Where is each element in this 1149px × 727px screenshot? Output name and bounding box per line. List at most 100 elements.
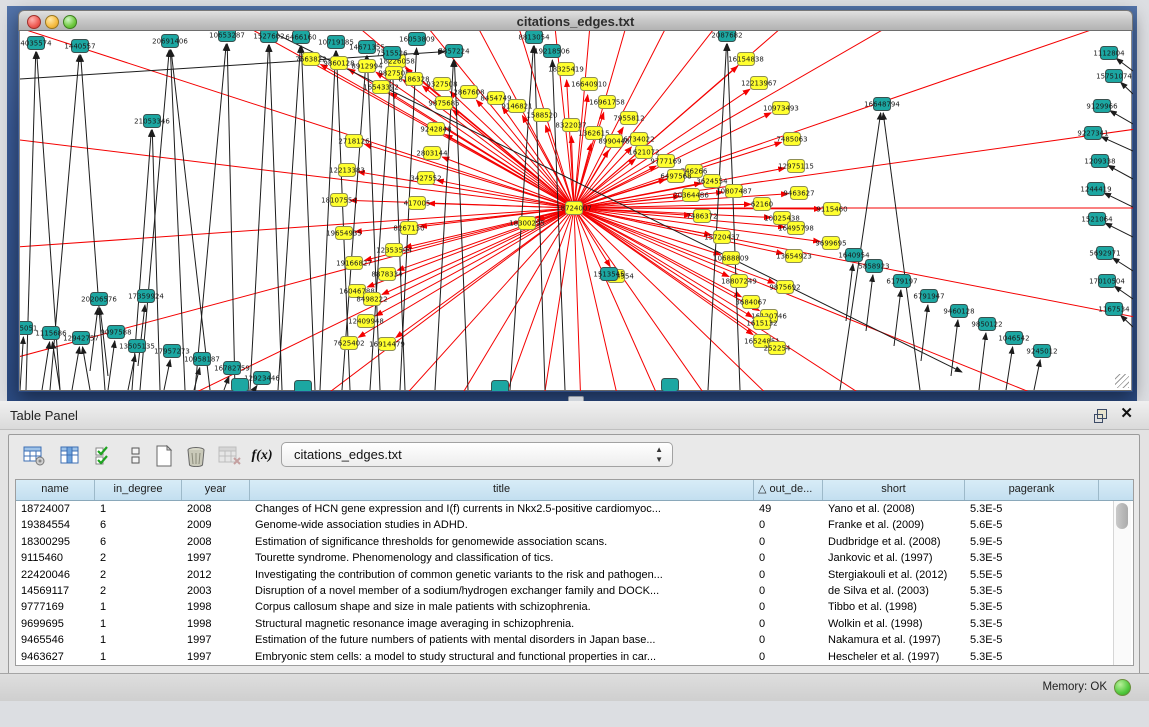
table-row[interactable]: 946362711997Embryonic stem cells: a mode… <box>16 649 1133 665</box>
graph-node[interactable]: 16053809 <box>399 33 435 46</box>
table-settings-button[interactable] <box>21 443 47 469</box>
graph-node[interactable]: 21053346 <box>134 115 170 128</box>
graph-node[interactable]: 417005 <box>404 197 431 210</box>
graph-node[interactable]: 1209338 <box>1084 155 1115 168</box>
graph-node[interactable]: 9699695 <box>815 237 846 250</box>
network-graph[interactable]: 1872400776638229860128891299418226058982… <box>20 31 1133 391</box>
column-header-year[interactable]: year <box>182 480 250 500</box>
table-cell: 1 <box>95 616 182 632</box>
table-row[interactable]: 946554611997Estimation of the future num… <box>16 632 1133 648</box>
graph-node[interactable]: 16648794 <box>864 98 900 111</box>
table-cell: 5.3E-5 <box>965 616 1099 632</box>
graph-node[interactable]: 6179197 <box>886 275 917 288</box>
graph-node[interactable]: 20691406 <box>152 35 188 48</box>
graph-node[interactable]: 1167534 <box>1098 303 1130 316</box>
graph-node[interactable]: 10653287 <box>209 31 245 42</box>
table-cell: Estimation of the future numbers of pati… <box>250 632 754 648</box>
graph-node[interactable]: 10973493 <box>763 102 799 115</box>
graph-node[interactable]: 1640954 <box>838 249 870 262</box>
graph-node[interactable]: 9242848 <box>420 123 451 136</box>
graph-node[interactable]: 16640910 <box>571 78 607 91</box>
column-header-pagerank[interactable]: pagerank <box>965 480 1099 500</box>
table-row[interactable]: 1830029562008Estimation of significance … <box>16 534 1133 550</box>
column-header-out_degree[interactable]: △ out_de... <box>754 480 823 500</box>
graph-node[interactable]: 12213967 <box>741 77 777 90</box>
graph-node[interactable]: 6791947 <box>913 290 944 303</box>
graph-node[interactable]: 19166827 <box>336 257 372 270</box>
table-row[interactable]: 2242004622012Investigating the contribut… <box>16 567 1133 583</box>
graph-node[interactable]: 13654923 <box>776 250 812 263</box>
window-resize-grip[interactable] <box>1115 374 1129 388</box>
graph-node[interactable]: 12975115 <box>778 160 814 173</box>
graph-node[interactable]: 17010504 <box>1089 275 1125 288</box>
graph-node[interactable]: 7485063 <box>776 133 807 146</box>
new-table-button[interactable] <box>151 443 177 469</box>
graph-node[interactable]: 18325419 <box>548 63 584 76</box>
table-row[interactable]: 911546021997Tourette syndrome. Phenomeno… <box>16 550 1133 566</box>
table-selector-dropdown[interactable]: citations_edges.txt ▲▼ <box>281 442 673 467</box>
delete-columns-button[interactable] <box>183 443 209 469</box>
graph-node[interactable]: 1112804 <box>1093 47 1125 60</box>
graph-node[interactable]: 19654935 <box>326 227 362 240</box>
graph-node[interactable]: 3427552 <box>410 172 441 185</box>
graph-node[interactable]: 5692971 <box>1089 247 1120 260</box>
close-panel-icon[interactable]: ✕ <box>1120 406 1133 422</box>
graph-node[interactable]: 2087682 <box>711 31 742 42</box>
graph-node[interactable]: 4035574 <box>20 37 52 50</box>
show-column-button[interactable] <box>57 443 83 469</box>
float-panel-icon[interactable] <box>1094 409 1107 422</box>
network-canvas[interactable]: 1872400776638229860128891299418226058982… <box>19 31 1132 391</box>
graph-node[interactable]: 3684067 <box>735 296 766 309</box>
graph-node[interactable]: 12923446 <box>244 372 280 385</box>
graph-node[interactable]: 9850122 <box>971 318 1002 331</box>
delete-table-button[interactable] <box>217 443 243 469</box>
network-window-titlebar[interactable]: citations_edges.txt <box>18 10 1133 31</box>
select-columns-button[interactable] <box>91 443 117 469</box>
graph-node[interactable]: 9860128 <box>323 57 354 70</box>
table-row[interactable]: 1938455462009Genome-wide association stu… <box>16 517 1133 533</box>
graph-node[interactable]: 10807487 <box>716 185 752 198</box>
table-vertical-scrollbar[interactable] <box>1113 501 1131 665</box>
graph-node[interactable]: 1527602 <box>253 31 284 43</box>
scrollbar-thumb[interactable] <box>1116 503 1128 529</box>
graph-node[interactable]: 1244419 <box>1080 183 1111 196</box>
graph-node[interactable] <box>492 381 509 392</box>
graph-node[interactable]: 9460128 <box>943 305 974 318</box>
graph-node[interactable]: 1046542 <box>998 332 1029 345</box>
graph-node[interactable] <box>662 379 679 392</box>
memory-status-indicator[interactable] <box>1114 679 1131 696</box>
graph-node[interactable] <box>295 381 312 392</box>
graph-node[interactable]: 15751074 <box>1096 70 1132 83</box>
table-row[interactable]: 1872400712008Changes of HCN gene express… <box>16 501 1133 517</box>
graph-node[interactable]: 62160 <box>751 198 773 211</box>
graph-node[interactable]: 12213383 <box>329 164 365 177</box>
column-header-in_degree[interactable]: in_degree <box>95 480 182 500</box>
column-header-name[interactable]: name <box>16 480 95 500</box>
graph-node[interactable]: 16154838 <box>728 53 764 66</box>
graph-node[interactable]: 6466160 <box>285 31 316 44</box>
graph-node[interactable]: 9463627 <box>783 187 814 200</box>
graph-node[interactable]: 1521064 <box>1081 213 1113 226</box>
graph-node[interactable]: 9115460 <box>816 203 847 216</box>
column-header-short[interactable]: short <box>823 480 965 500</box>
graph-node[interactable]: 16961758 <box>589 96 625 109</box>
graph-node[interactable]: 18107554 <box>321 194 357 207</box>
function-builder-button[interactable]: f(x) <box>249 443 275 469</box>
graph-node[interactable] <box>232 379 249 392</box>
graph-node[interactable]: 2718126 <box>338 135 370 148</box>
graph-node[interactable]: 9129966 <box>1086 100 1118 113</box>
graph-node[interactable]: 9245012 <box>1026 345 1057 358</box>
graph-node[interactable]: 18807249 <box>721 275 757 288</box>
row-height-button[interactable] <box>123 443 149 469</box>
table-row[interactable]: 977716911998Corpus callosum shape and si… <box>16 599 1133 615</box>
table-row[interactable]: 1456911722003Disruption of a novel membe… <box>16 583 1133 599</box>
svg-text:18300295: 18300295 <box>509 220 545 228</box>
graph-node[interactable]: 7625402 <box>333 337 364 350</box>
graph-node[interactable]: 13505135 <box>119 340 155 353</box>
graph-node[interactable]: 19218506 <box>534 45 570 58</box>
column-header-title[interactable]: title <box>250 480 754 500</box>
graph-node[interactable]: 5858923 <box>858 260 889 273</box>
table-row[interactable]: 969969511998Structural magnetic resonanc… <box>16 616 1133 632</box>
graph-node[interactable]: 17359924 <box>128 290 164 303</box>
graph-node[interactable]: 20206576 <box>81 293 117 306</box>
